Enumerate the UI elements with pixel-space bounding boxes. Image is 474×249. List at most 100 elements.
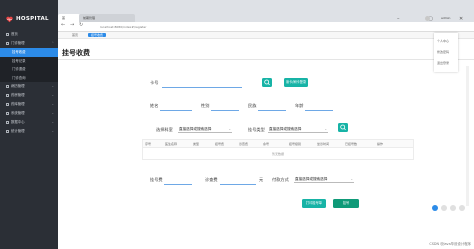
- sidebar-item-label: 数据中心: [11, 120, 25, 124]
- age-input[interactable]: [305, 110, 333, 111]
- read-card-button[interactable]: 读卡/刷卡登录: [284, 78, 308, 87]
- sidebar-item[interactable]: 药房管理 ⌄: [0, 91, 58, 100]
- chevron-down-icon: ⌄: [228, 127, 231, 131]
- fee-input[interactable]: [164, 184, 192, 185]
- sidebar-item[interactable]: 门诊退费: [0, 65, 58, 74]
- dept-label: 选择科室: [156, 127, 173, 132]
- logo-text: HOSPITAL: [16, 16, 49, 22]
- sidebar-item[interactable]: 数据中心 ⌄: [0, 118, 58, 127]
- print-button[interactable]: 打印挂号单: [302, 199, 326, 208]
- chevron-icon: ⌄: [51, 93, 54, 97]
- card-search-button[interactable]: [262, 78, 272, 87]
- watermark: CSDN @Java毕设设计程序: [429, 242, 471, 246]
- chevron-icon: ⌄: [51, 84, 54, 88]
- translate-icon[interactable]: [432, 205, 438, 211]
- sidebar-menu: 首页 门诊管理 ⌃ 挂号收费 挂号记录 门诊退费 门诊查询 病历管理 ⌄ 药房管理 ⌄ 药库管理 ⌄ 系统…: [0, 30, 58, 136]
- username[interactable]: admin: [441, 16, 450, 20]
- mic-icon[interactable]: [441, 205, 447, 211]
- table-header-cell: 类型: [193, 141, 200, 146]
- keyboard-icon[interactable]: [450, 205, 456, 211]
- chevron-icon: ⌄: [51, 120, 54, 124]
- currency-label: 元: [259, 177, 264, 182]
- dept-select[interactable]: 直接选择或搜索选择 ⌄: [178, 125, 232, 133]
- user-menu: 个人中心 修改密码 退出登录: [434, 33, 458, 72]
- sidebar-item[interactable]: 统计管理 ⌄: [0, 127, 58, 136]
- menu-icon: [6, 41, 9, 45]
- menu-icon: [6, 129, 9, 133]
- sidebar-item-label: 药库管理: [11, 102, 25, 106]
- heart-logo-icon: [6, 16, 13, 23]
- breadcrumb-home[interactable]: 首页: [72, 33, 78, 37]
- tab-label: 前期管理: [83, 16, 96, 20]
- sidebar-item[interactable]: 挂号记录: [0, 56, 58, 65]
- back-icon[interactable]: ←: [61, 22, 65, 28]
- sidebar-item-label: 门诊查询: [12, 75, 26, 80]
- sidebar-item-label: 挂号收费: [12, 50, 26, 54]
- avatar[interactable]: [425, 16, 430, 21]
- sidebar-item-label: 统计管理: [11, 129, 25, 133]
- sidebar-item-label: 首页: [11, 32, 18, 36]
- name-label: 姓名: [150, 103, 159, 108]
- menu-icon: [6, 111, 9, 115]
- register-button[interactable]: 挂号: [333, 199, 359, 208]
- search-icon: [264, 79, 270, 86]
- main-content: 首页 挂号收费 挂号收费 卡号 读卡/刷卡登录 姓名 性别 民族 年龄 选择科室…: [58, 32, 474, 249]
- consult-label: 诊查费: [205, 177, 218, 182]
- gender-label: 性别: [201, 103, 210, 108]
- settings-icon[interactable]: [459, 205, 465, 211]
- table-header: 序号 医生名称 类型 挂号费 诊查费 余号 挂号级别 坐诊时间 已挂号数 操作: [143, 140, 413, 148]
- sidebar-item[interactable]: 系统管理 ⌄: [0, 109, 58, 118]
- user-menu-password[interactable]: 修改密码: [437, 50, 449, 54]
- sidebar-item-label: 系统管理: [11, 111, 25, 115]
- sidebar-item-label: 门诊退费: [12, 67, 26, 71]
- empty-text: 暂无数据: [271, 152, 284, 156]
- gender-input[interactable]: [211, 110, 239, 111]
- fee-label: 挂号费: [150, 177, 163, 182]
- sidebar: HOSPITAL 首页 门诊管理 ⌃ 挂号收费 挂号记录 门诊退费 门诊查询 病历管理 ⌄ 药房管…: [0, 0, 58, 249]
- table-header-cell: 余号: [263, 141, 270, 146]
- page-title: 挂号收费: [62, 49, 90, 57]
- payment-select[interactable]: 直接选择或搜索选择 ⌄: [294, 175, 354, 183]
- sidebar-item-label: 门诊管理: [11, 41, 25, 45]
- payment-select-text: 直接选择或搜索选择: [295, 177, 328, 181]
- table-header-cell: 序号: [145, 141, 152, 146]
- browser-tab-management[interactable]: 前期管理: [79, 14, 135, 22]
- sidebar-item[interactable]: 首页: [0, 30, 58, 39]
- dept-search-button[interactable]: [338, 123, 348, 132]
- table-header-cell: 坐诊时间: [317, 141, 330, 146]
- reload-icon[interactable]: ↻: [79, 22, 83, 28]
- chevron-icon: ⌄: [51, 111, 54, 115]
- menu-icon: [6, 32, 9, 36]
- scrollbar[interactable]: [466, 66, 469, 206]
- divider: [58, 59, 474, 60]
- table-header-cell: 医生名称: [165, 141, 178, 146]
- card-label: 卡号: [150, 80, 159, 85]
- url-text[interactable]: localhost:8080/index#/register: [100, 24, 400, 30]
- table-header-cell: 操作: [377, 141, 384, 146]
- sidebar-item-label: 病历管理: [11, 84, 25, 88]
- ethnicity-input[interactable]: [258, 110, 286, 111]
- table-header-cell: 已挂号数: [345, 141, 358, 146]
- breadcrumb-register[interactable]: 挂号收费: [88, 33, 107, 37]
- user-menu-logout[interactable]: 退出登录: [437, 61, 449, 65]
- browser-tab-home[interactable]: 首: [58, 14, 80, 22]
- sidebar-item[interactable]: 药库管理 ⌄: [0, 100, 58, 109]
- sidebar-item[interactable]: 门诊管理 ⌃: [0, 39, 58, 48]
- browser-tab-bar: 首 前期管理 – ▢ ✕: [0, 0, 474, 22]
- menu-icon: [6, 102, 9, 106]
- name-input[interactable]: [160, 110, 192, 111]
- sidebar-item[interactable]: 病历管理 ⌄: [0, 82, 58, 91]
- reg-type-select[interactable]: 直接选择或搜索选择 ⌄: [268, 125, 328, 133]
- ethnicity-label: 民族: [248, 103, 257, 108]
- address-bar[interactable]: ← → ↻ localhost:8080/index#/register: [58, 22, 474, 32]
- user-menu-profile[interactable]: 个人中心: [437, 39, 449, 43]
- sidebar-item-label: 药房管理: [11, 93, 25, 97]
- sidebar-item[interactable]: 挂号收费: [0, 48, 58, 57]
- card-input[interactable]: [162, 87, 242, 88]
- consult-fee-input[interactable]: [220, 184, 256, 185]
- breadcrumb: 首页 挂号收费: [58, 32, 474, 39]
- forward-icon[interactable]: →: [70, 22, 74, 28]
- sidebar-item[interactable]: 门诊查询: [0, 73, 58, 82]
- table-header-cell: 挂号费: [215, 141, 225, 146]
- sidebar-item-label: 挂号记录: [12, 58, 26, 63]
